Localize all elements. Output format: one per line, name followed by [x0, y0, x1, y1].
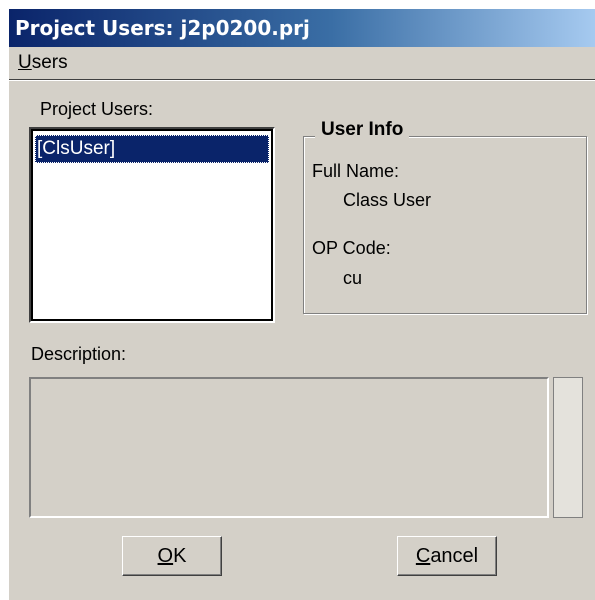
project-users-label: Project Users: [40, 99, 154, 119]
full-name-value: Class User [343, 190, 432, 210]
ok-rest: K [173, 545, 187, 567]
cancel-button[interactable]: Cancel [397, 536, 497, 576]
menu-users-rest: sers [31, 52, 68, 73]
ok-accel: O [157, 545, 174, 567]
cancel-accel: C [415, 545, 431, 567]
menu-separator [9, 79, 595, 81]
full-name-label: Full Name: [312, 161, 400, 181]
op-code-label: OP Code: [312, 238, 391, 258]
window-title: Project Users: j2p0200.prj [15, 16, 310, 40]
project-users-dialog: Project Users: j2p0200.prj Users Project… [9, 9, 595, 600]
user-info-title: User Info [315, 119, 410, 141]
description-field[interactable] [29, 377, 549, 518]
project-users-listbox[interactable]: [ClsUser] [29, 127, 275, 323]
cancel-rest: ancel [430, 545, 479, 567]
menu-users[interactable]: Users [18, 52, 68, 74]
ok-button[interactable]: OK [122, 536, 222, 576]
description-scrollbar[interactable] [553, 377, 583, 518]
op-code-value: cu [343, 268, 363, 288]
list-item-clsuser[interactable]: [ClsUser] [35, 135, 269, 163]
menu-bar: Users [9, 47, 595, 80]
menu-users-accel: U [18, 52, 32, 73]
title-bar[interactable]: Project Users: j2p0200.prj [9, 9, 595, 47]
description-label: Description: [31, 344, 127, 364]
